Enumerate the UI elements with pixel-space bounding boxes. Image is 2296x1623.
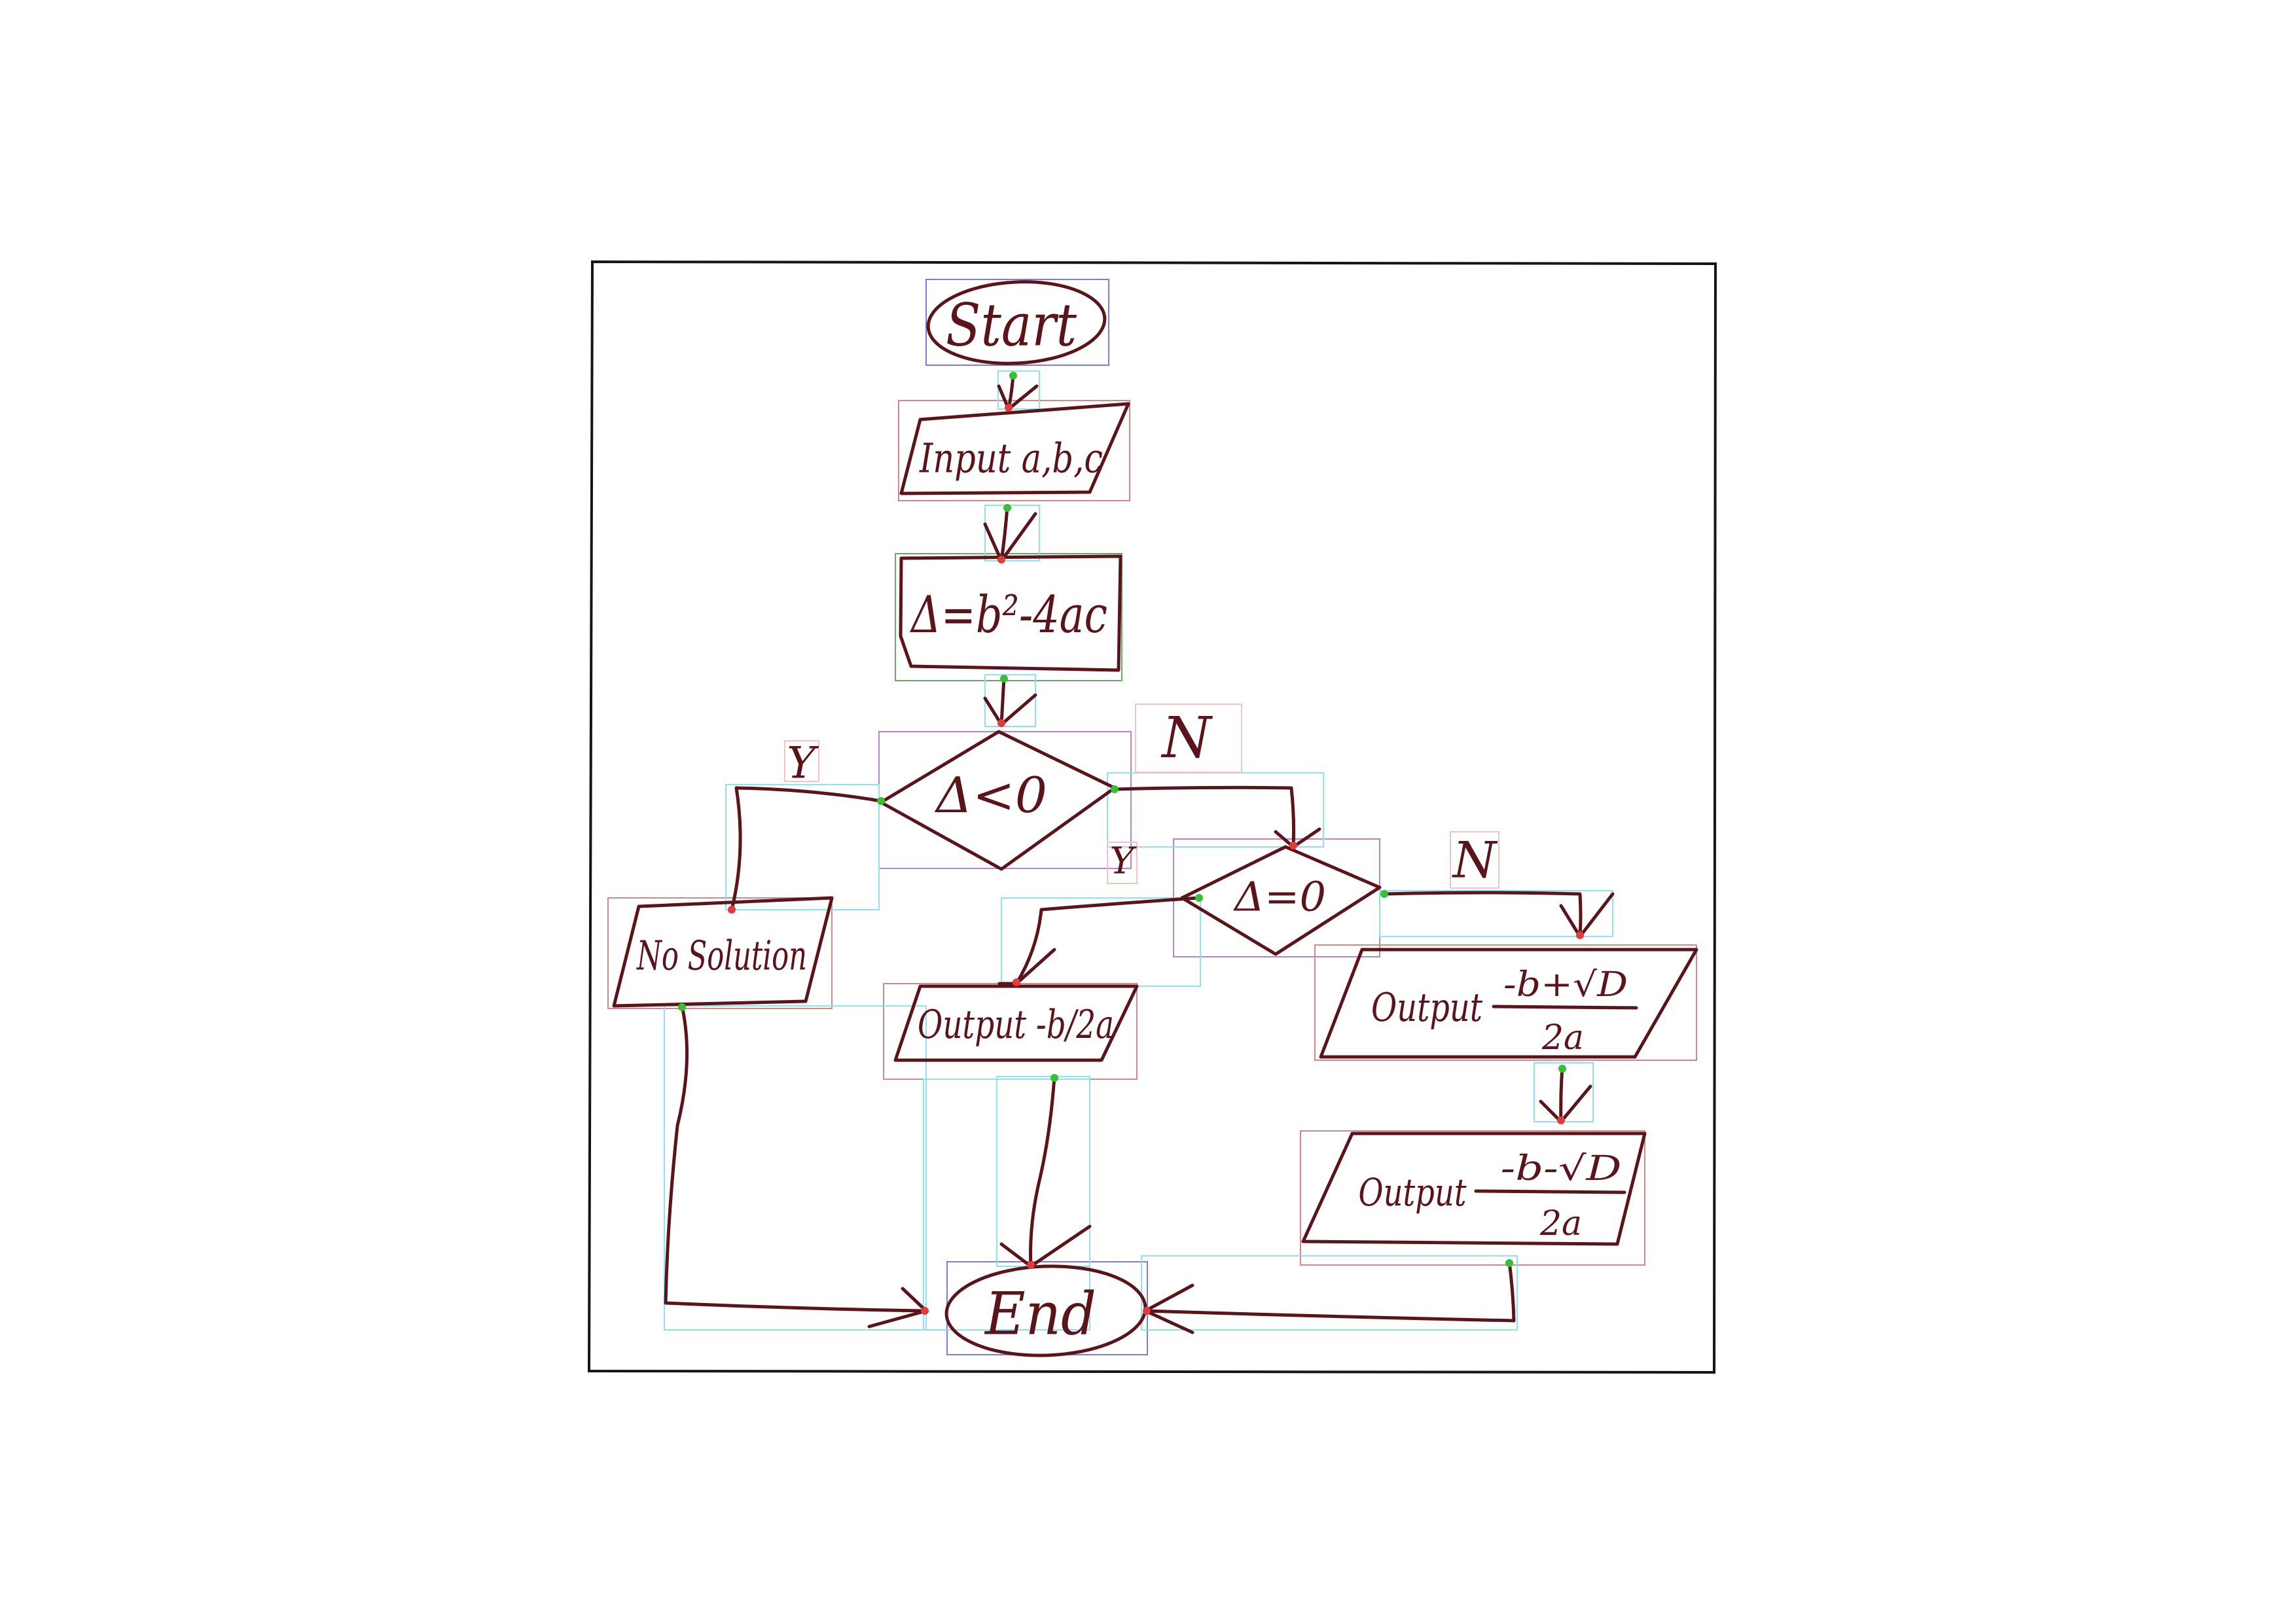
node-output-minus: Output -b-√D 2a <box>1301 1132 1647 1246</box>
annotation-layer <box>607 279 1697 1355</box>
edge-plus-to-minus <box>1539 1065 1592 1124</box>
output-plus-denominator: 2a <box>1541 1018 1584 1058</box>
edge-tail-dot <box>877 797 885 805</box>
edge-negative-no: N <box>1113 705 1321 849</box>
node-end: End <box>944 1264 1147 1357</box>
output-minus-prefix: Output <box>1359 1170 1467 1215</box>
edge-negative-yes: Y <box>730 738 883 912</box>
no-solution-label: No Solution <box>636 932 807 980</box>
edge-head-dot <box>997 719 1005 727</box>
arrowhead-icon <box>867 1287 928 1329</box>
edge-head-dot <box>997 556 1005 563</box>
edge-input-to-compute <box>983 505 1037 563</box>
edge-tail-dot <box>1111 785 1119 793</box>
node-start: Start <box>926 280 1107 365</box>
edge-line <box>1029 1075 1056 1268</box>
node-output-single: Output -b/2a <box>893 984 1139 1062</box>
edge-output-single-to-end <box>999 1075 1092 1268</box>
edge-line <box>999 675 1006 726</box>
arrowhead-icon <box>1274 827 1321 849</box>
node-compute: Δ=b²-4ac <box>899 554 1122 672</box>
flowchart-scan: Start Input a,b,c Δ=b²-4ac Δ<0 No Soluti… <box>587 260 1717 1374</box>
edge-line <box>730 786 883 912</box>
arrowhead-icon <box>983 693 1037 726</box>
edge-head-dot <box>1576 931 1584 939</box>
node-output-plus: Output -b+√D 2a <box>1319 948 1698 1059</box>
output-plus-fraction-bar <box>1492 1005 1638 1010</box>
edge-head-dot <box>1005 404 1013 412</box>
edge-line <box>1014 896 1201 986</box>
annotation-box-arrow-zero-yes <box>1001 897 1201 987</box>
node-input: Input a,b,c <box>899 402 1130 495</box>
output-plus-numerator: -b+√D <box>1503 965 1628 1005</box>
edge-zero-yes: Y <box>997 840 1201 986</box>
edge-tail-dot <box>1009 372 1017 380</box>
output-minus-denominator: 2a <box>1539 1204 1582 1243</box>
annotation-box-arrow-input-compute <box>984 505 1040 562</box>
end-label: End <box>984 1280 1096 1349</box>
annotation-box-arrow-negative-no <box>1107 772 1324 847</box>
arrowhead-icon <box>997 384 1039 411</box>
edge-label-negative-no: N <box>1160 705 1213 771</box>
edge-line <box>1382 891 1583 938</box>
arrowhead-icon <box>1143 1283 1194 1334</box>
arrowhead-icon <box>1539 1084 1592 1124</box>
edge-line <box>664 1004 927 1313</box>
edge-tail-dot <box>1505 1259 1513 1267</box>
edge-head-dot <box>1143 1307 1151 1315</box>
start-label: Start <box>946 291 1077 360</box>
decision-negative-label: Δ<0 <box>934 766 1047 824</box>
edge-label-zero-no: N <box>1452 831 1498 889</box>
edge-label-zero-yes: Y <box>1110 840 1138 883</box>
compute-label: Δ=b²-4ac <box>910 586 1107 645</box>
annotation-box-arrow-single-end <box>996 1076 1090 1267</box>
edge-head-dot <box>728 906 736 914</box>
edge-compute-to-decision <box>983 675 1037 726</box>
edge-label-negative-yes: Y <box>787 738 819 789</box>
edge-head-dot <box>1289 842 1297 849</box>
edge-line <box>1143 1260 1516 1323</box>
node-decision-negative: Δ<0 <box>879 730 1117 871</box>
annotation-box-arrow-zero-no <box>1379 890 1613 937</box>
arrowhead-icon <box>1559 892 1615 938</box>
edge-start-to-input <box>997 372 1039 411</box>
edge-head-dot <box>921 1307 929 1315</box>
edge-tail-dot <box>1195 894 1203 902</box>
edge-tail-dot <box>1003 504 1011 512</box>
edge-tail-dot <box>1000 675 1008 683</box>
node-no-solution: No Solution <box>612 896 834 1008</box>
input-label: Input a,b,c <box>919 435 1103 482</box>
edge-head-dot <box>1027 1261 1035 1269</box>
edge-line <box>1559 1065 1564 1124</box>
edge-tail-dot <box>678 1003 686 1011</box>
edge-head-dot <box>1013 978 1020 986</box>
output-minus-numerator: -b-√D <box>1501 1149 1622 1188</box>
annotation-box-arrow-nosolution-end <box>664 1005 927 1330</box>
edge-line <box>1113 785 1296 849</box>
arrowhead-icon <box>999 1224 1092 1268</box>
edge-head-dot <box>1557 1116 1565 1124</box>
edge-no-solution-to-end <box>664 1004 928 1329</box>
decision-zero-label: Δ=0 <box>1233 873 1326 921</box>
node-decision-zero: Δ=0 <box>1180 845 1382 956</box>
edge-tail-dot <box>1380 890 1388 898</box>
edge-output-minus-to-end <box>1143 1260 1516 1334</box>
edge-tail-dot <box>1050 1074 1058 1082</box>
annotation-box-arrow-negative-yes <box>725 784 880 910</box>
edge-tail-dot <box>1558 1065 1566 1073</box>
output-single-label: Output -b/2a <box>918 1002 1114 1048</box>
output-minus-fraction-bar <box>1474 1189 1626 1194</box>
output-plus-prefix: Output <box>1371 985 1483 1031</box>
